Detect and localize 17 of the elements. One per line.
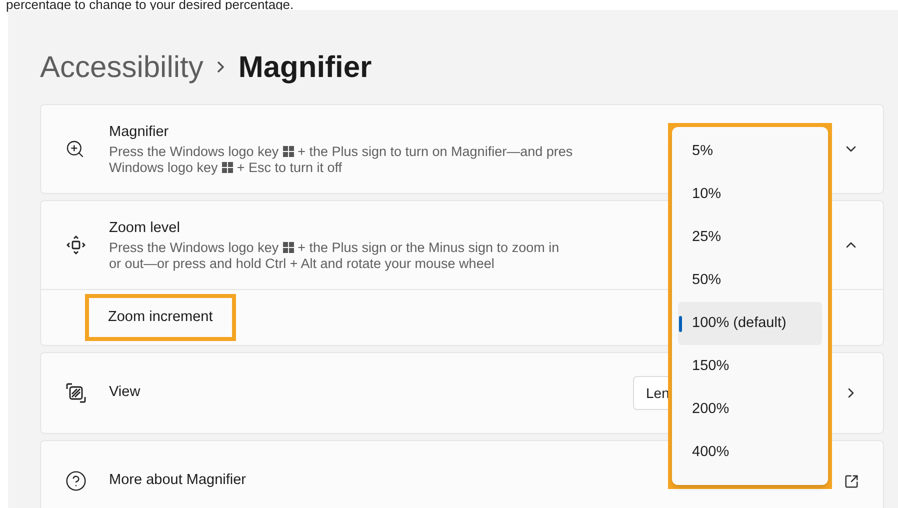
- setting-title: Zoom level: [109, 219, 180, 238]
- breadcrumb-parent[interactable]: Accessibility: [40, 44, 204, 90]
- zoom-option[interactable]: 5%: [678, 130, 822, 173]
- setting-title: More about Magnifier: [109, 471, 246, 490]
- zoom-option[interactable]: 100% (default): [678, 302, 822, 345]
- page-title: Magnifier: [238, 50, 372, 86]
- zoom-option[interactable]: 200%: [678, 388, 822, 431]
- zoom-option[interactable]: 25%: [678, 216, 822, 259]
- setting-title: Magnifier: [109, 123, 169, 142]
- zoom-option[interactable]: 400%: [678, 431, 822, 474]
- zoom-option[interactable]: 50%: [678, 259, 822, 302]
- zoom-option[interactable]: 10%: [678, 173, 822, 216]
- description-text: Press the Windows logo key + the Plus sign or the Minus sign to zoom in or out—or press and hold Ctrl + Alt and rotate your mouse wheel: [109, 240, 560, 272]
- zoom-increment-label: Zoom increment: [85, 294, 236, 342]
- setting-title: View: [109, 383, 140, 402]
- description-text: Press the Windows logo key + the Plus sign to turn on Magnifier—and pres Windows logo key + Esc to turn it off: [109, 144, 573, 176]
- zoom-option[interactable]: 150%: [678, 345, 822, 388]
